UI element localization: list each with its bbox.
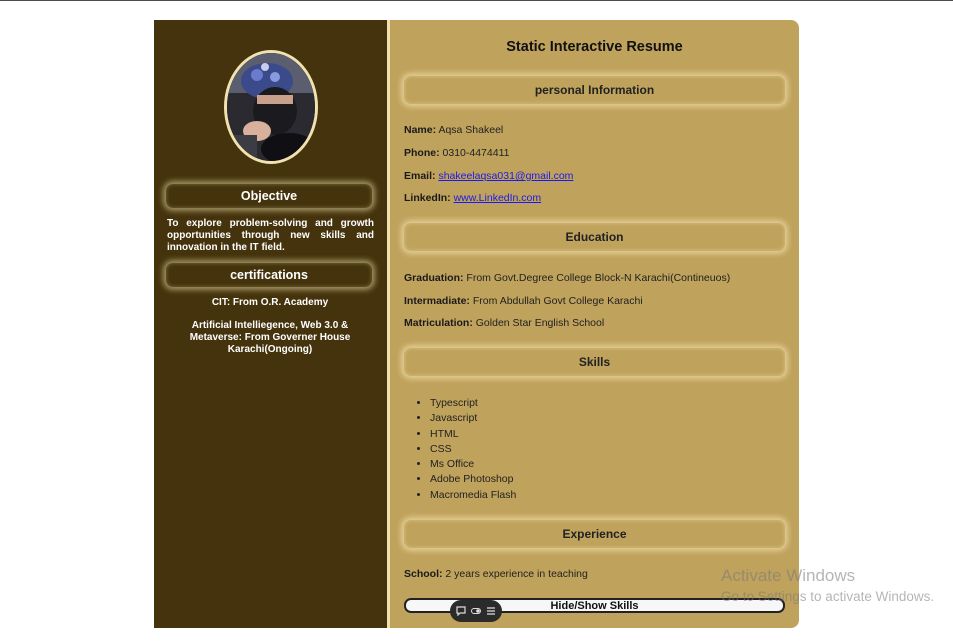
name-label: Name:	[404, 124, 437, 136]
list-item: HTML	[430, 427, 516, 442]
profile-avatar	[224, 50, 318, 164]
watermark-subtitle: Go to Settings to activate Windows.	[721, 589, 935, 604]
floating-toolbar	[450, 600, 502, 622]
phone-row: Phone: 0310-4474411	[404, 147, 509, 159]
list-item: Typescript	[430, 396, 516, 411]
objective-text: To explore problem-solving and growth op…	[167, 218, 374, 253]
intermediate-value: From Abdullah Govt College Karachi	[472, 295, 643, 307]
list-item: Ms Office	[430, 457, 516, 472]
school-row: School: 2 years experience in teaching	[404, 568, 588, 580]
objective-heading: Objective	[166, 184, 372, 208]
certifications-heading: certifications	[166, 263, 372, 287]
name-row: Name: Aqsa Shakeel	[404, 124, 503, 136]
graduation-label: Graduation:	[404, 272, 464, 284]
list-item: Adobe Photoshop	[430, 472, 516, 487]
main-content: Static Interactive Resume personal Infor…	[390, 20, 799, 628]
page-title: Static Interactive Resume	[506, 39, 683, 55]
certification-item: Artificial Intelliegence, Web 3.0 & Meta…	[189, 320, 351, 355]
watermark-title: Activate Windows	[721, 566, 856, 585]
activation-watermark: Activate Windows Go to Settings to activ…	[721, 566, 934, 604]
linkedin-label: LinkedIn:	[404, 192, 451, 204]
graduation-row: Graduation: From Govt.Degree College Blo…	[404, 272, 730, 284]
graduation-value: From Govt.Degree College Block-N Karachi…	[466, 272, 731, 284]
email-link[interactable]: shakeelaqsa031@gmail.com	[438, 170, 573, 182]
linkedin-link[interactable]: www.LinkedIn.com	[454, 192, 542, 204]
email-label: Email:	[404, 170, 436, 182]
email-row: Email: shakeelaqsa031@gmail.com	[404, 170, 573, 182]
education-heading: Education	[404, 223, 785, 251]
resume-card: Objective To explore problem-solving and…	[154, 20, 799, 628]
intermediate-label: Intermadiate:	[404, 295, 470, 307]
school-label: School:	[404, 568, 443, 580]
experience-heading: Experience	[404, 520, 785, 548]
certification-item: CIT: From O.R. Academy	[211, 297, 329, 308]
matriculation-row: Matriculation: Golden Star English Schoo…	[404, 317, 604, 329]
name-value: Aqsa Shakeel	[438, 124, 504, 136]
intermediate-row: Intermadiate: From Abdullah Govt College…	[404, 295, 643, 307]
linkedin-row: LinkedIn: www.LinkedIn.com	[404, 192, 541, 204]
menu-icon[interactable]	[486, 606, 496, 616]
phone-value: 0310-4474411	[442, 147, 510, 159]
matriculation-value: Golden Star English School	[475, 317, 605, 329]
sidebar: Objective To explore problem-solving and…	[154, 20, 387, 628]
personal-info-heading: personal Information	[404, 76, 785, 104]
skills-heading: Skills	[404, 348, 785, 376]
matriculation-label: Matriculation:	[404, 317, 473, 329]
toggle-icon[interactable]	[470, 606, 481, 616]
top-border-line	[0, 0, 953, 1]
school-value: 2 years experience in teaching	[445, 568, 588, 580]
list-item: CSS	[430, 442, 516, 457]
list-item: Javascript	[430, 411, 516, 426]
comment-icon[interactable]	[456, 606, 466, 616]
phone-label: Phone:	[404, 147, 440, 159]
skills-list: Typescript Javascript HTML CSS Ms Office…	[404, 396, 516, 503]
list-item: Macromedia Flash	[430, 488, 516, 503]
